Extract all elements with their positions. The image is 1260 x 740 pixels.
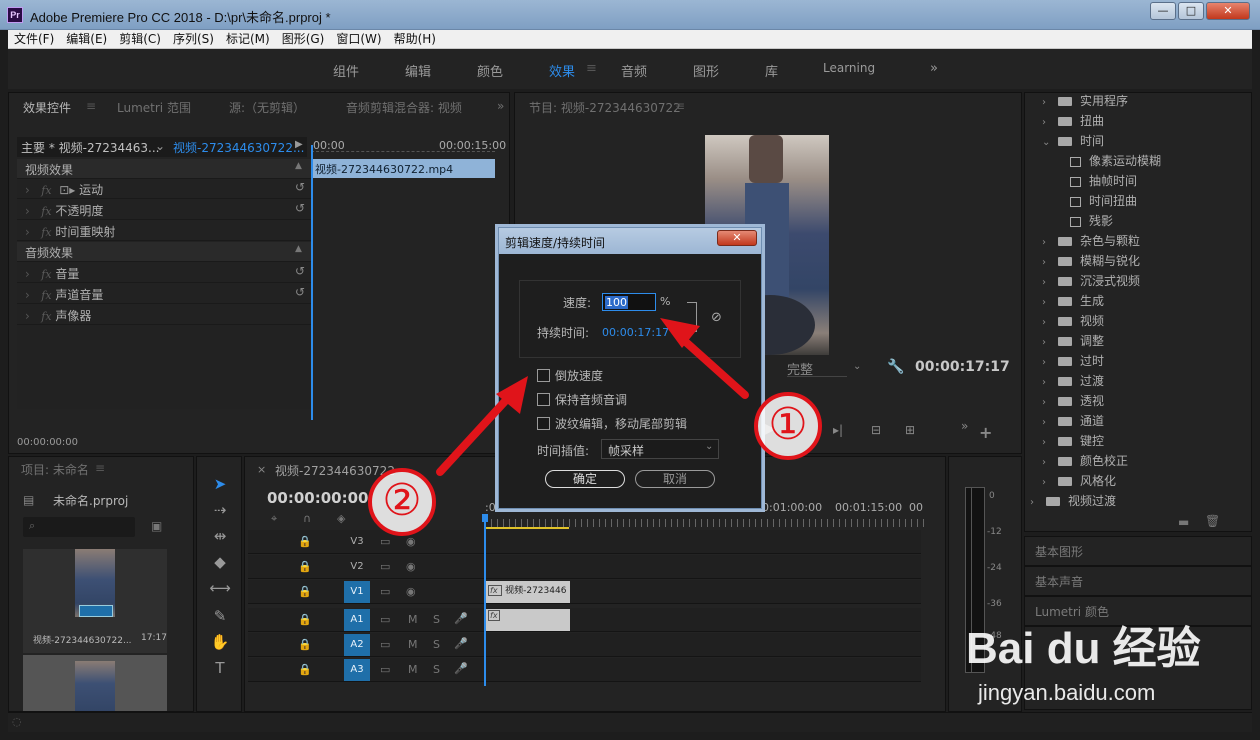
arrow-one-head [660,318,700,348]
arrow-one-line [674,331,749,399]
annotation-one: ① [754,392,822,460]
annotation-two: ② [368,468,436,536]
arrow-two-line [436,394,512,476]
baidu-watermark-url: jingyan.baidu.com [978,680,1156,705]
baidu-watermark-logo: Bai du 经验 [966,624,1201,673]
